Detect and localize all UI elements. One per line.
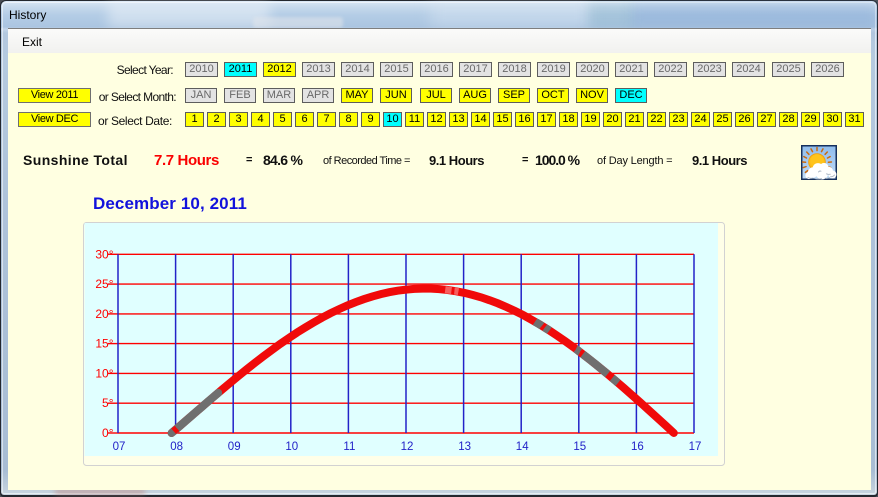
svg-text:17: 17 bbox=[689, 441, 702, 453]
svg-text:10°: 10° bbox=[95, 366, 113, 380]
svg-text:20°: 20° bbox=[95, 307, 113, 321]
svg-text:12: 12 bbox=[401, 441, 414, 453]
svg-text:15°: 15° bbox=[95, 337, 113, 351]
svg-text:0°: 0° bbox=[102, 426, 114, 440]
svg-text:09: 09 bbox=[228, 441, 241, 453]
svg-text:08: 08 bbox=[170, 441, 183, 453]
svg-text:15: 15 bbox=[573, 441, 586, 453]
svg-text:16: 16 bbox=[631, 441, 644, 453]
svg-text:14: 14 bbox=[516, 441, 529, 453]
svg-text:13: 13 bbox=[458, 441, 471, 453]
svg-text:25°: 25° bbox=[95, 277, 113, 291]
svg-text:07: 07 bbox=[113, 441, 126, 453]
svg-text:5°: 5° bbox=[102, 396, 114, 410]
svg-text:11: 11 bbox=[343, 441, 355, 453]
svg-text:10: 10 bbox=[285, 441, 298, 453]
svg-text:30°: 30° bbox=[95, 247, 113, 261]
